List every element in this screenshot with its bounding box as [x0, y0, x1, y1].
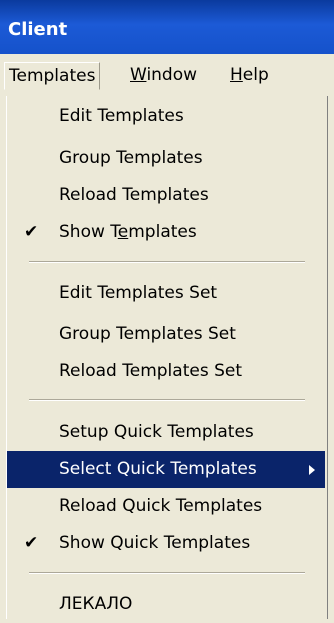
submenu-arrow-icon: [309, 465, 315, 475]
menu-help[interactable]: Help: [226, 62, 273, 90]
menu-item-group-templates-set[interactable]: Group Templates Set: [7, 316, 325, 353]
menu-item-label: Reload Templates: [59, 185, 209, 205]
title-bar[interactable]: Client: [0, 0, 334, 54]
menu-item-label: Reload Quick Templates: [59, 496, 263, 516]
menu-window-label: indow: [146, 65, 198, 85]
menu-item-reload-templates-set[interactable]: Reload Templates Set: [7, 353, 325, 390]
menu-item-edit-templates-set[interactable]: Edit Templates Set: [7, 275, 325, 312]
menu-item-label: Reload Templates Set: [59, 361, 242, 381]
menu-item-label: Show Templates: [59, 222, 197, 242]
menu-item-label: Setup Quick Templates: [59, 422, 254, 442]
menu-item-group-templates[interactable]: Group Templates: [7, 140, 325, 177]
checkmark-icon: ✔: [24, 533, 39, 553]
menu-window[interactable]: Window: [126, 62, 201, 90]
menu-item-show-quick-templates[interactable]: ✔ Show Quick Templates: [7, 525, 325, 562]
menu-help-label: elp: [242, 65, 269, 85]
menu-item-setup-quick-templates[interactable]: Setup Quick Templates: [7, 414, 325, 451]
menu-separator: [29, 399, 305, 401]
menu-item-label: Group Templates Set: [59, 324, 236, 344]
menu-item-label: Group Templates: [59, 148, 203, 168]
menu-item-show-templates[interactable]: ✔ Show Templates: [7, 214, 325, 251]
menu-item-reload-templates[interactable]: Reload Templates: [7, 177, 325, 214]
templates-dropdown-menu: Edit Templates Group Templates Reload Te…: [6, 96, 328, 619]
menu-item-label: Select Quick Templates: [59, 459, 257, 479]
menu-item-reload-quick-templates[interactable]: Reload Quick Templates: [7, 488, 325, 525]
menu-separator: [29, 572, 305, 574]
menu-bar: Templates Window Help: [0, 54, 334, 96]
window-title: Client: [8, 19, 68, 40]
menu-item-select-quick-templates[interactable]: Select Quick Templates: [7, 451, 325, 488]
menu-item-label: Edit Templates: [59, 106, 184, 126]
menu-templates-label: Templates: [9, 66, 96, 86]
menu-templates[interactable]: Templates: [4, 62, 101, 90]
menu-item-label: Edit Templates Set: [59, 283, 218, 303]
menu-item-label: ЛЕКАЛО: [59, 594, 133, 614]
menu-separator: [29, 261, 305, 263]
menu-item-lekalo[interactable]: ЛЕКАЛО: [7, 586, 325, 623]
menu-item-edit-templates[interactable]: Edit Templates: [7, 98, 325, 135]
menu-window-mnemonic: W: [130, 65, 147, 85]
menu-help-mnemonic: H: [230, 65, 243, 85]
checkmark-icon: ✔: [24, 222, 39, 242]
menu-item-label: Show Quick Templates: [59, 533, 251, 553]
